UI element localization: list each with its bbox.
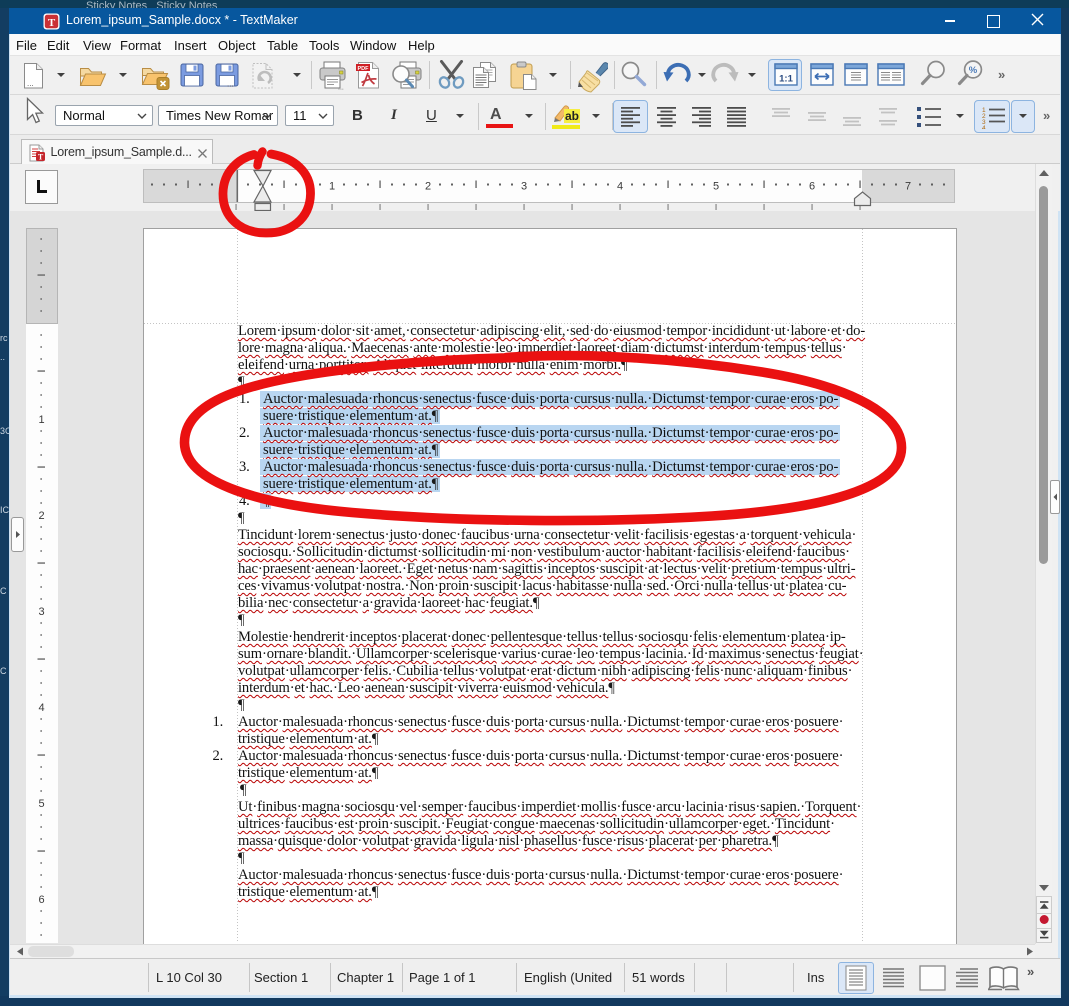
svg-text:T: T xyxy=(48,17,56,29)
svg-text:1:1: 1:1 xyxy=(779,74,793,85)
svg-text:%: % xyxy=(969,65,978,76)
svg-text:4: 4 xyxy=(982,125,986,129)
svg-text:T: T xyxy=(37,153,43,162)
svg-text:...: ... xyxy=(27,79,34,88)
svg-text:PDF: PDF xyxy=(358,66,370,72)
svg-text:...: ... xyxy=(227,80,234,89)
svg-text:...: ... xyxy=(338,85,344,91)
